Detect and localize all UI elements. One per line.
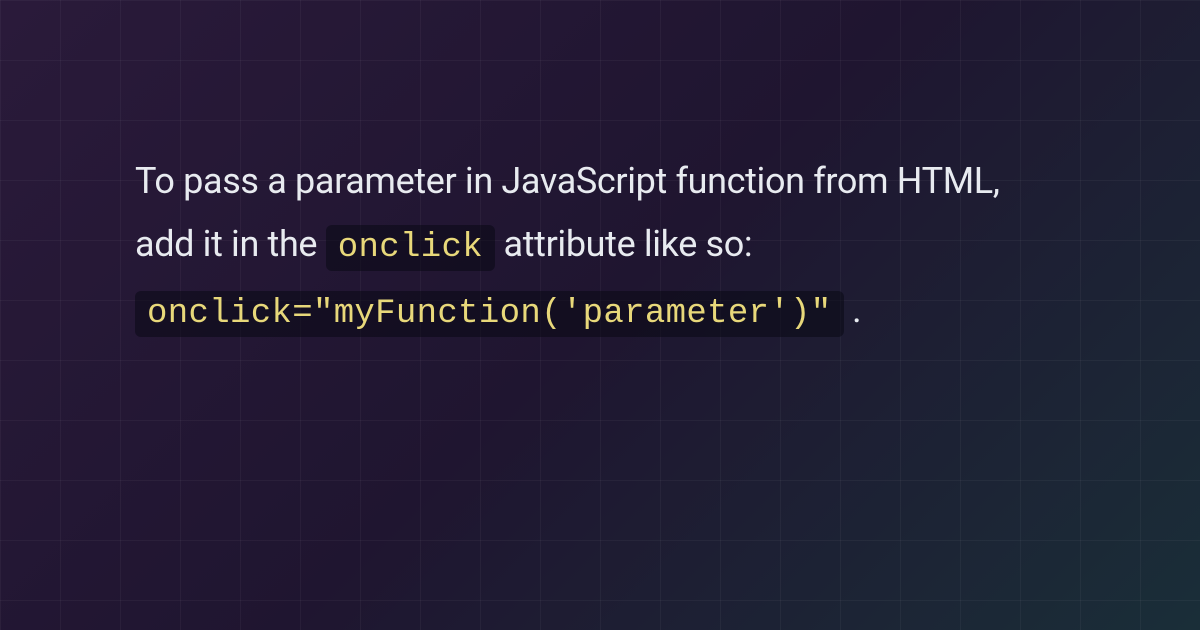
code-inline-example: onclick="myFunction('parameter')" — [135, 291, 844, 337]
content-area: To pass a parameter in JavaScript functi… — [0, 0, 1200, 630]
code-inline-onclick: onclick — [326, 225, 495, 271]
text-segment-2: attribute like so: — [504, 223, 753, 265]
text-segment-3: . — [852, 289, 861, 331]
explanation-paragraph: To pass a parameter in JavaScript functi… — [135, 150, 1065, 344]
